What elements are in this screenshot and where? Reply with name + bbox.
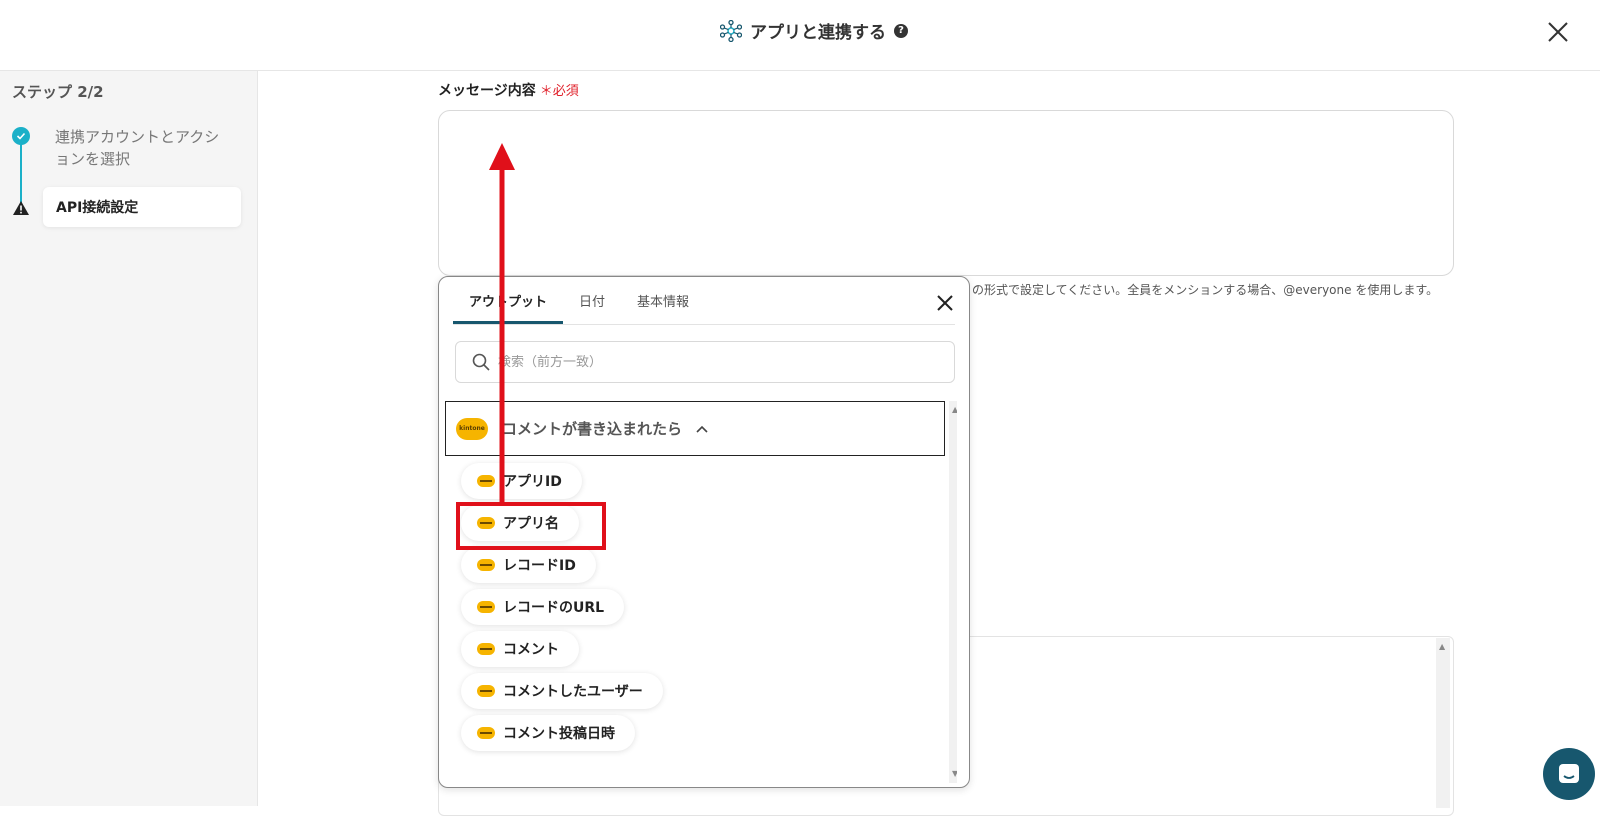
tab-basic-info[interactable]: 基本情報 [621, 276, 705, 324]
scroll-up-icon[interactable]: ▲ [1439, 642, 1445, 651]
modal-header: アプリと連携する ? [0, 0, 1600, 71]
output-item-label: レコードID [503, 558, 576, 574]
tab-output[interactable]: アウトプット [453, 276, 564, 324]
page-title: アプリと連携する [750, 23, 886, 43]
field-help-text: の形式で設定してください。全員をメンションする場合、@everyone を使用し… [972, 283, 1439, 297]
search-input[interactable] [498, 354, 938, 370]
search-box[interactable] [455, 341, 955, 383]
required-badge: ＊必須 [539, 84, 579, 99]
chat-support-button[interactable] [1543, 748, 1595, 800]
kintone-icon [477, 559, 495, 571]
output-item-record-id[interactable]: レコードID [461, 547, 596, 583]
output-item-comment-user[interactable]: コメントしたユーザー [461, 673, 663, 709]
kintone-logo-icon: kintone [456, 417, 488, 440]
warning-triangle-icon [13, 201, 29, 215]
step-item-api-settings[interactable]: API接続設定 [43, 187, 241, 227]
kintone-icon [477, 685, 495, 697]
output-item-record-url[interactable]: レコードのURL [461, 589, 625, 625]
scroll-down-icon[interactable]: ▼ [952, 769, 957, 778]
output-item-label: コメントしたユーザー [503, 684, 643, 700]
message-field-label: メッセージ内容 ＊必須 [438, 80, 579, 100]
output-list: kintone コメントが書き込まれたら ▲ ▼ アプリID アプリ名 レコード… [445, 401, 957, 785]
output-item-comment-datetime[interactable]: コメント投稿日時 [461, 715, 635, 751]
output-item-comment[interactable]: コメント [461, 631, 579, 667]
output-item-label: レコードのURL [503, 600, 605, 616]
step-item-select-action[interactable]: 連携アカウントとアクションを選択 [55, 126, 230, 170]
tab-date[interactable]: 日付 [563, 276, 621, 324]
group-title: コメントが書き込まれたら [502, 420, 683, 438]
header-title-group: アプリと連携する ? [720, 18, 908, 43]
message-field-label-text: メッセージ内容 [438, 83, 536, 99]
scroll-up-icon[interactable]: ▲ [952, 405, 957, 414]
check-circle-icon [12, 127, 30, 145]
annotation-highlight-box [456, 502, 606, 550]
popup-tabs: アウトプット 日付 基本情報 [453, 277, 955, 325]
output-item-app-id[interactable]: アプリID [461, 463, 582, 499]
step-counter: ステップ 2/2 [12, 83, 104, 101]
steps-sidebar: ステップ 2/2 連携アカウントとアクションを選択 API接続設定 [0, 71, 258, 806]
output-item-label: コメント投稿日時 [503, 726, 615, 742]
kintone-icon [477, 475, 495, 487]
popup-close-icon[interactable] [935, 293, 955, 313]
kintone-icon [477, 601, 495, 613]
search-icon [472, 353, 490, 371]
list-scrollbar[interactable]: ▲ ▼ [949, 401, 957, 783]
app-connect-icon [720, 19, 742, 42]
step-connector-line [20, 137, 22, 207]
close-icon[interactable] [1546, 20, 1570, 44]
kintone-icon [477, 643, 495, 655]
chevron-up-icon [696, 425, 708, 433]
output-item-label: コメント [503, 642, 559, 658]
message-textarea[interactable] [438, 110, 1454, 276]
chat-icon [1559, 764, 1579, 783]
next-field-scrollbar[interactable]: ▲ [1436, 638, 1450, 808]
output-item-label: アプリID [503, 474, 562, 490]
group-header-comment-trigger[interactable]: kintone コメントが書き込まれたら [445, 401, 945, 456]
question-circle-icon[interactable]: ? [894, 23, 908, 38]
kintone-icon [477, 727, 495, 739]
